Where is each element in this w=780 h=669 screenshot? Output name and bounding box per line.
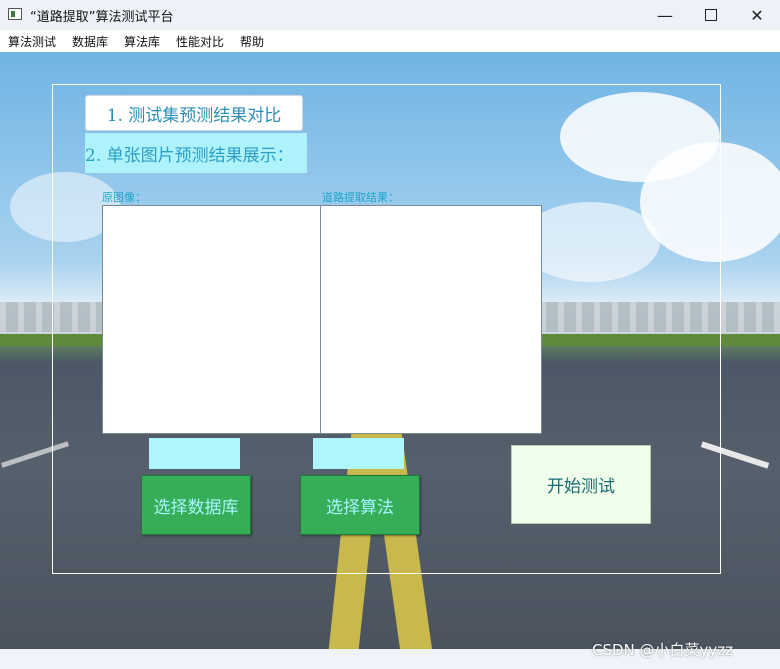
- maximize-button[interactable]: [688, 0, 734, 30]
- menu-algo-test[interactable]: 算法测试: [8, 33, 56, 50]
- original-image-box: [102, 205, 322, 434]
- result-image-box: [320, 205, 542, 434]
- select-database-button[interactable]: 选择数据库: [141, 475, 251, 535]
- tab-single-image[interactable]: 2. 单张图片预测结果展示：: [85, 133, 307, 173]
- minimize-icon: —: [657, 5, 673, 25]
- app-icon: [8, 8, 22, 20]
- menu-help[interactable]: 帮助: [240, 33, 264, 50]
- title-bar: “道路提取”算法测试平台 — ✕: [0, 0, 780, 30]
- algorithm-display-field: [313, 438, 404, 469]
- window-title: “道路提取”算法测试平台: [30, 10, 174, 25]
- menu-performance[interactable]: 性能对比: [176, 33, 224, 50]
- menu-bar: 算法测试 数据库 算法库 性能对比 帮助: [0, 30, 780, 52]
- tab-testset-comparison[interactable]: 1. 测试集预测结果对比: [85, 95, 303, 131]
- close-icon: ✕: [750, 5, 764, 25]
- select-algorithm-button[interactable]: 选择算法: [300, 475, 420, 535]
- menu-database[interactable]: 数据库: [72, 33, 108, 50]
- csdn-watermark: CSDN @小白菜yyzz: [592, 641, 734, 659]
- start-test-button[interactable]: 开始测试: [511, 445, 651, 524]
- result-image-label: 道路提取结果：: [322, 191, 399, 204]
- original-image-label: 原图像：: [102, 191, 146, 204]
- close-button[interactable]: ✕: [734, 0, 780, 30]
- maximize-icon: [705, 9, 717, 21]
- minimize-button[interactable]: —: [642, 0, 688, 30]
- database-display-field: [149, 438, 240, 469]
- menu-algo-library[interactable]: 算法库: [124, 33, 160, 50]
